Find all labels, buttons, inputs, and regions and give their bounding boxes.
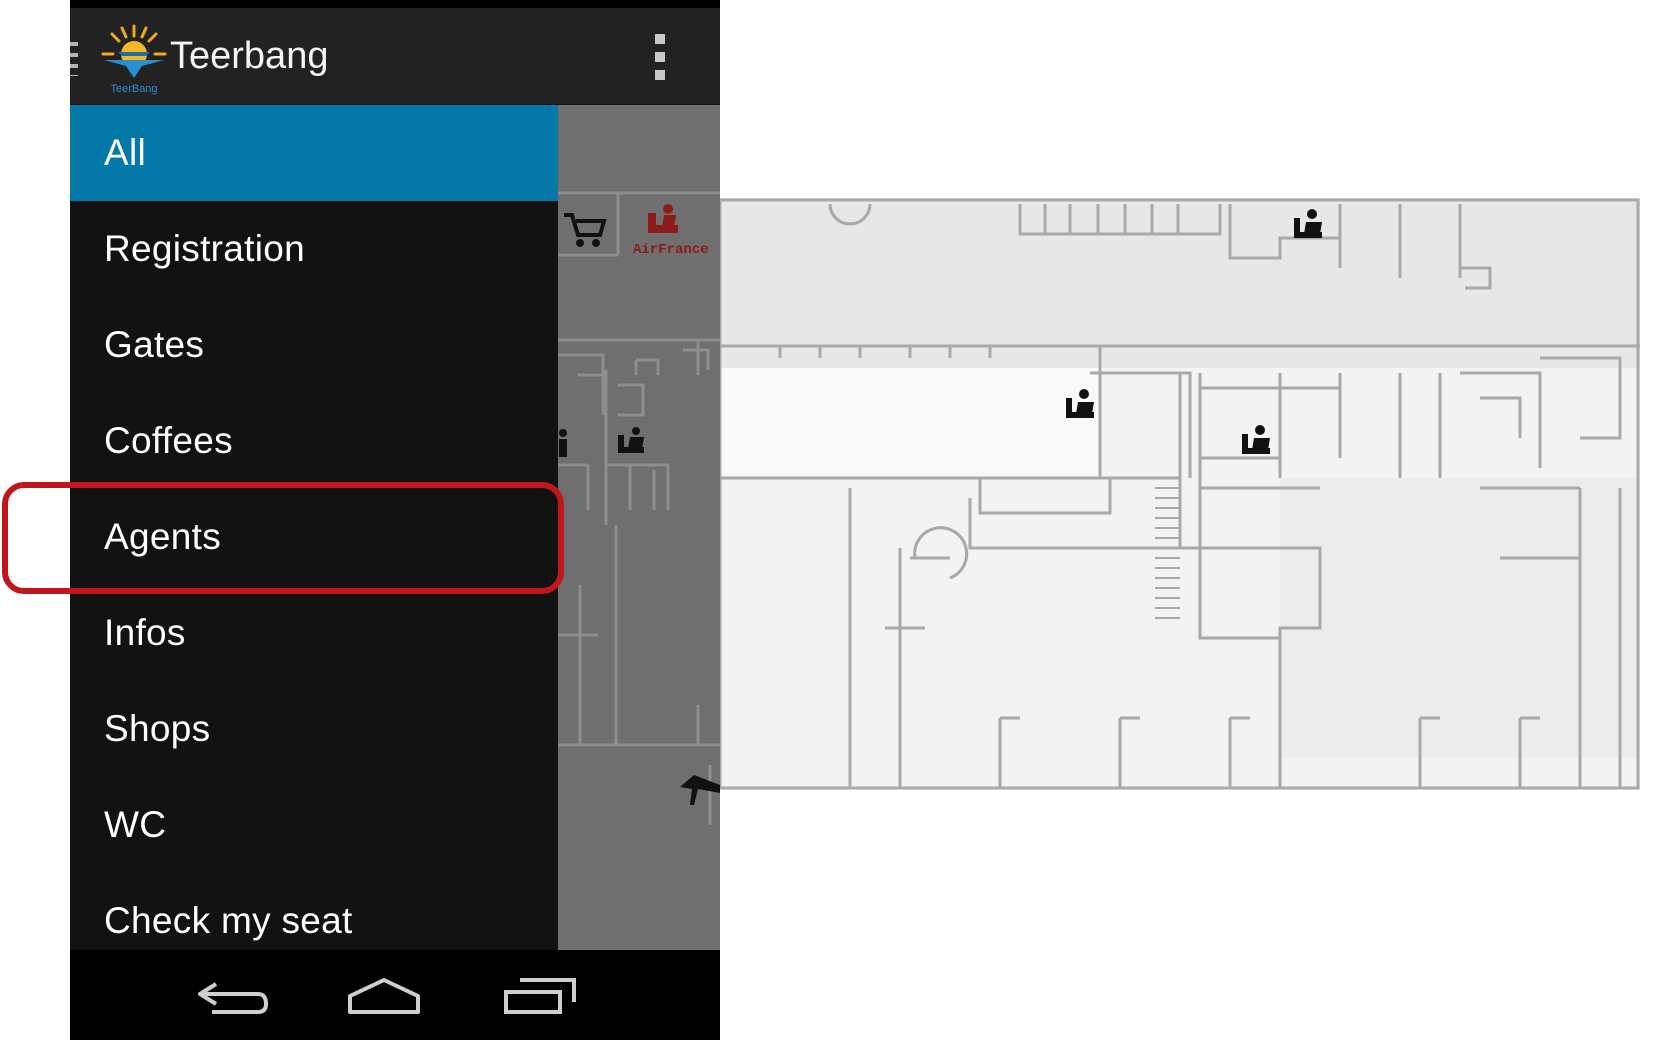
- sun-airplane-logo-icon[interactable]: TeerBang: [98, 22, 170, 96]
- app-title: Teerbang: [170, 35, 329, 77]
- airfrance-label: AirFrance: [633, 242, 709, 258]
- recent-apps-icon[interactable]: [500, 974, 580, 1016]
- person-icon: [559, 429, 567, 457]
- action-bar: TeerBang Teerbang: [70, 8, 720, 105]
- menu-item-gates[interactable]: Gates: [70, 297, 558, 393]
- menu-item-agents[interactable]: Agents: [70, 489, 558, 585]
- airport-floor-plan-map[interactable]: [720, 198, 1640, 790]
- menu-item-infos[interactable]: Infos: [70, 585, 558, 681]
- android-phone-screen: TeerBang Teerbang AirFrance All Registra…: [70, 0, 720, 1040]
- shopping-cart-icon: [564, 213, 607, 247]
- navigation-drawer: All Registration Gates Coffees Agents In…: [70, 105, 558, 950]
- drawer-indicator-icon[interactable]: [70, 42, 78, 76]
- system-navigation-bar: [70, 950, 720, 1040]
- svg-text:TeerBang: TeerBang: [110, 83, 157, 95]
- menu-item-shops[interactable]: Shops: [70, 681, 558, 777]
- menu-item-check-my-seat[interactable]: Check my seat: [70, 873, 558, 950]
- menu-item-all[interactable]: All: [70, 105, 558, 201]
- menu-item-wc[interactable]: WC: [70, 777, 558, 873]
- back-icon[interactable]: [192, 974, 272, 1016]
- overflow-menu-icon[interactable]: [650, 34, 670, 80]
- menu-item-registration[interactable]: Registration: [70, 201, 558, 297]
- home-icon[interactable]: [344, 974, 424, 1016]
- agent-icon: [618, 427, 644, 453]
- menu-item-coffees[interactable]: Coffees: [70, 393, 558, 489]
- airplane-icon: [680, 775, 720, 805]
- dimmed-map-background: AirFrance: [558, 105, 720, 950]
- status-bar: [70, 0, 720, 8]
- agent-icon-red: [648, 204, 678, 233]
